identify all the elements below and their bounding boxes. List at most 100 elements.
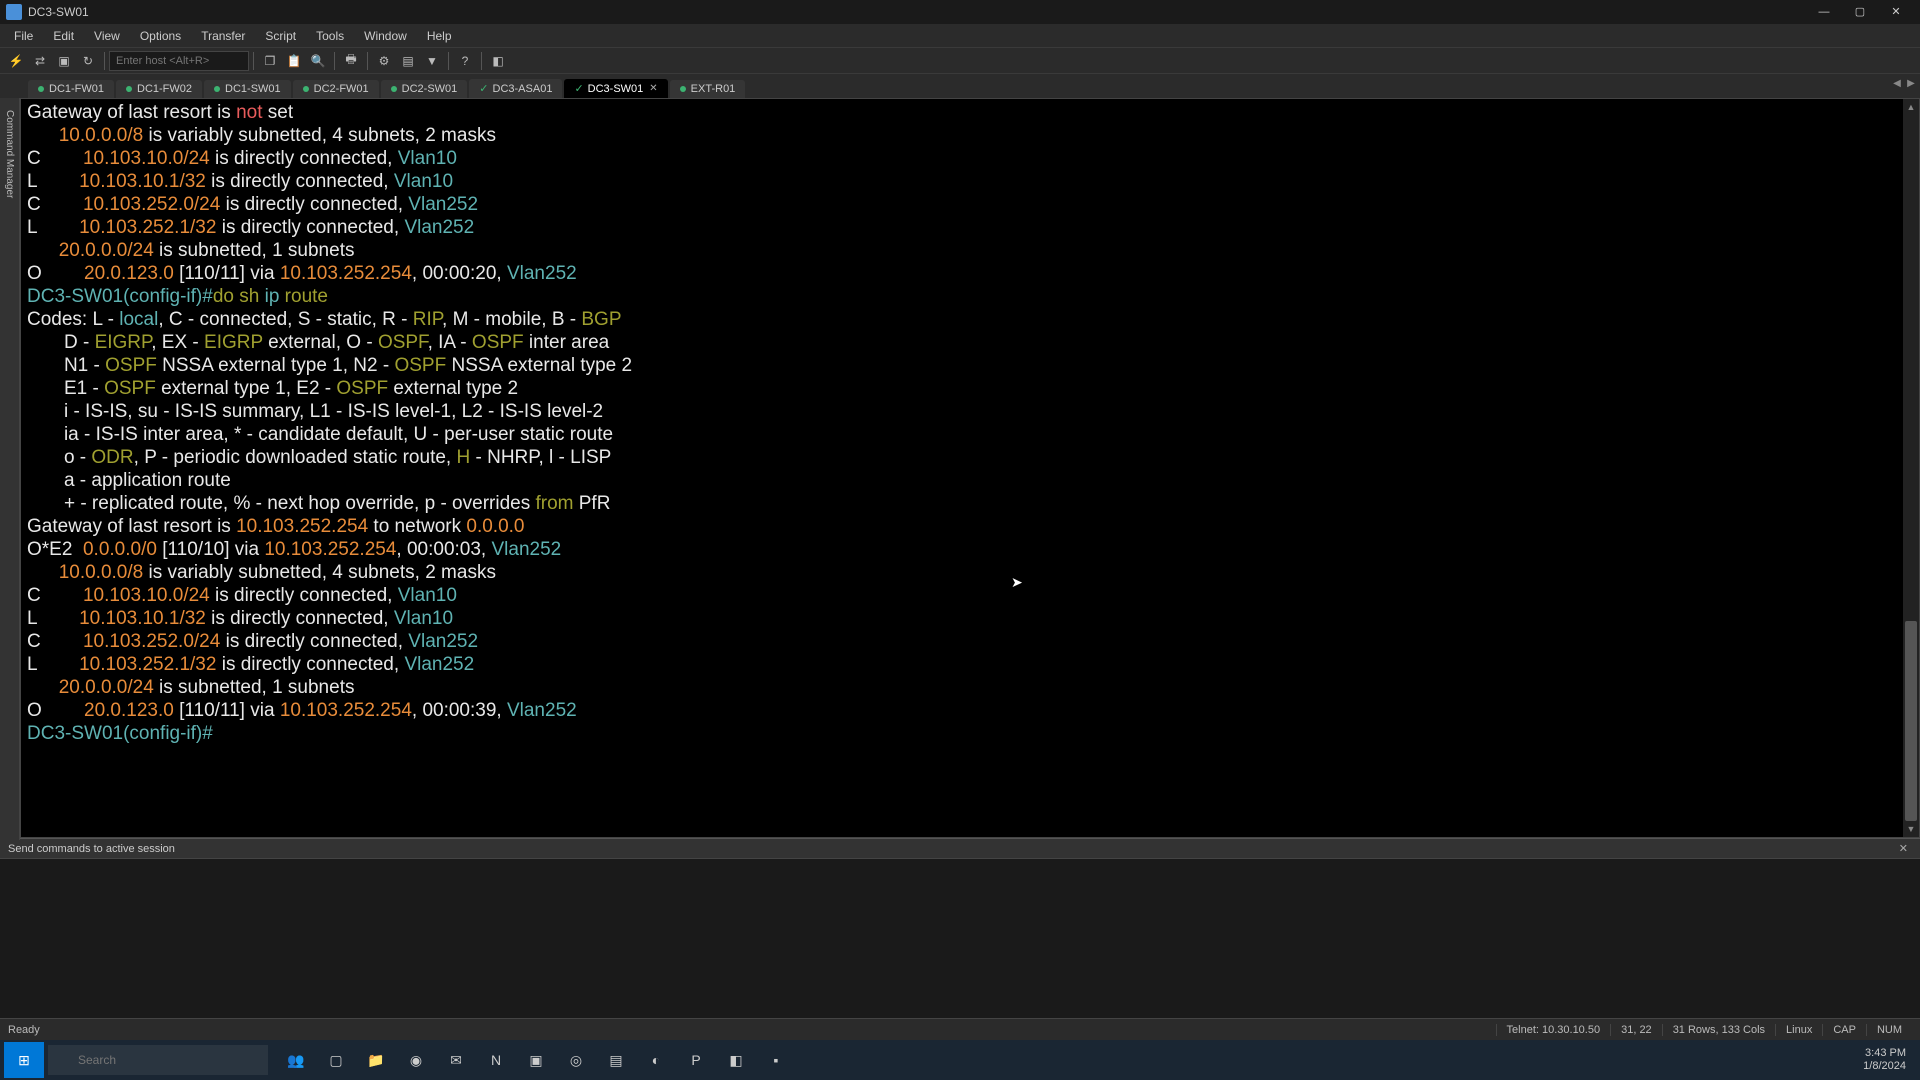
session-tab-dc1-sw01[interactable]: DC1-SW01	[204, 80, 291, 98]
toolbar-find-icon[interactable]: 🔍	[307, 50, 329, 72]
taskbar-app3-icon[interactable]: ◎	[558, 1042, 594, 1078]
terminal-line: C 10.103.252.0/24 is directly connected,…	[27, 630, 1913, 653]
session-tab-dc2-sw01[interactable]: DC2-SW01	[381, 80, 468, 98]
tab-close-icon[interactable]: ✕	[649, 83, 657, 94]
scrollbar-thumb[interactable]	[1905, 621, 1917, 821]
taskbar-powerpoint-icon[interactable]: P	[678, 1042, 714, 1078]
taskbar-outlook-icon[interactable]: ✉	[438, 1042, 474, 1078]
toolbar-paste-icon[interactable]: 📋	[283, 50, 305, 72]
terminal-line: Gateway of last resort is 10.103.252.254…	[27, 515, 1913, 538]
taskbar-explorer-icon[interactable]: 📁	[358, 1042, 394, 1078]
taskbar-teams-icon[interactable]: 👥	[278, 1042, 314, 1078]
tab-label: DC1-FW02	[137, 83, 192, 95]
session-tab-dc3-asa01[interactable]: ✓DC3-ASA01	[469, 79, 562, 98]
toolbar-filter-icon[interactable]: ▼	[421, 50, 443, 72]
tab-scroll-left-icon[interactable]: ◀	[1890, 78, 1904, 94]
terminal-line: L 10.103.10.1/32 is directly connected, …	[27, 607, 1913, 630]
host-input[interactable]	[109, 51, 249, 71]
terminal-line: N1 - OSPF NSSA external type 1, N2 - OSP…	[27, 354, 1913, 377]
toolbar-session-icon[interactable]: ▤	[397, 50, 419, 72]
taskbar-securecrt-icon[interactable]: ▪	[758, 1042, 794, 1078]
toolbar: ⚡ ⇄ ▣ ↻ ❐ 📋 🔍 🖶 ⚙ ▤ ▼ ? ◧	[0, 48, 1920, 74]
menu-edit[interactable]: Edit	[43, 26, 84, 46]
menu-options[interactable]: Options	[130, 26, 191, 46]
taskbar-app4-icon[interactable]: ▤	[598, 1042, 634, 1078]
terminal-line: i - IS-IS, su - IS-IS summary, L1 - IS-I…	[27, 400, 1913, 423]
connected-dot-icon	[680, 86, 686, 92]
command-panel-input[interactable]	[0, 858, 1920, 1018]
toolbar-help-icon[interactable]: ?	[454, 50, 476, 72]
toolbar-options-icon[interactable]: ⚙	[373, 50, 395, 72]
taskbar-search-input[interactable]	[48, 1045, 268, 1075]
menu-transfer[interactable]: Transfer	[191, 26, 255, 46]
terminal-line: Gateway of last resort is not set	[27, 101, 1913, 124]
taskbar-edge-icon[interactable]: ◐	[638, 1042, 674, 1078]
connected-dot-icon	[214, 86, 220, 92]
taskbar-pycharm-icon[interactable]: ◧	[718, 1042, 754, 1078]
terminal-line: O 20.0.123.0 [110/11] via 10.103.252.254…	[27, 699, 1913, 722]
status-connection: Telnet: 10.30.10.50	[1496, 1024, 1611, 1036]
taskbar-app-icon[interactable]: ▢	[318, 1042, 354, 1078]
maximize-button[interactable]: ▢	[1842, 1, 1878, 23]
terminal-output[interactable]: Gateway of last resort is not set 10.0.0…	[21, 99, 1919, 837]
terminal-line: DC3-SW01(config-if)#	[27, 722, 1913, 745]
terminal-line: D - EIGRP, EX - EIGRP external, O - OSPF…	[27, 331, 1913, 354]
scroll-up-icon[interactable]: ▲	[1903, 99, 1919, 115]
tab-scroll-right-icon[interactable]: ▶	[1904, 78, 1918, 94]
toolbar-quickconnect-icon[interactable]: ⇄	[29, 50, 51, 72]
session-tab-dc1-fw01[interactable]: DC1-FW01	[28, 80, 114, 98]
menu-window[interactable]: Window	[354, 26, 417, 46]
session-tab-dc1-fw02[interactable]: DC1-FW02	[116, 80, 202, 98]
command-panel-close-icon[interactable]: ✕	[1895, 842, 1912, 855]
toolbar-divider	[104, 52, 105, 70]
sidebar-command-manager[interactable]: Command Manager	[2, 104, 17, 830]
tab-label: DC2-FW01	[314, 83, 369, 95]
close-button[interactable]: ✕	[1878, 1, 1914, 23]
terminal-line: L 10.103.252.1/32 is directly connected,…	[27, 216, 1913, 239]
terminal-line: C 10.103.10.0/24 is directly connected, …	[27, 584, 1913, 607]
toolbar-disconnect-icon[interactable]: ▣	[53, 50, 75, 72]
terminal-line: O 20.0.123.0 [110/11] via 10.103.252.254…	[27, 262, 1913, 285]
taskbar-onenote-icon[interactable]: N	[478, 1042, 514, 1078]
taskbar-date: 1/8/2024	[1863, 1060, 1906, 1073]
toolbar-script-icon[interactable]: ◧	[487, 50, 509, 72]
tab-label: EXT-R01	[691, 83, 736, 95]
menu-script[interactable]: Script	[255, 26, 306, 46]
terminal-line: L 10.103.252.1/32 is directly connected,…	[27, 653, 1913, 676]
tabbar: DC1-FW01 DC1-FW02 DC1-SW01 DC2-FW01 DC2-SW01…	[0, 74, 1920, 98]
session-tab-ext-r01[interactable]: EXT-R01	[670, 80, 746, 98]
menu-view[interactable]: View	[84, 26, 130, 46]
connected-dot-icon	[38, 86, 44, 92]
terminal-line: C 10.103.10.0/24 is directly connected, …	[27, 147, 1913, 170]
toolbar-print-icon[interactable]: 🖶	[340, 50, 362, 72]
scroll-down-icon[interactable]: ▼	[1903, 821, 1919, 837]
connected-dot-icon	[391, 86, 397, 92]
taskbar-app2-icon[interactable]: ▣	[518, 1042, 554, 1078]
start-button[interactable]: ⊞	[4, 1042, 44, 1078]
menu-tools[interactable]: Tools	[306, 26, 354, 46]
terminal-line: Codes: L - local, C - connected, S - sta…	[27, 308, 1913, 331]
taskbar-chrome-icon[interactable]: ◉	[398, 1042, 434, 1078]
menu-help[interactable]: Help	[417, 26, 462, 46]
vertical-scrollbar[interactable]: ▲ ▼	[1903, 99, 1919, 837]
mouse-cursor-icon: ➤	[1011, 574, 1023, 591]
sidebar-active-sessions[interactable]: Active Sessions	[0, 104, 2, 830]
terminal-line: C 10.103.252.0/24 is directly connected,…	[27, 193, 1913, 216]
taskbar-clock[interactable]: 3:43 PM 1/8/2024	[1853, 1047, 1916, 1073]
menu-file[interactable]: File	[4, 26, 43, 46]
toolbar-reconnect-icon[interactable]: ↻	[77, 50, 99, 72]
toolbar-divider	[448, 52, 449, 70]
toolbar-connect-icon[interactable]: ⚡	[5, 50, 27, 72]
status-num: NUM	[1866, 1024, 1912, 1036]
terminal-line: 20.0.0.0/24 is subnetted, 1 subnets	[27, 676, 1913, 699]
session-tab-dc2-fw01[interactable]: DC2-FW01	[293, 80, 379, 98]
terminal-line: 10.0.0.0/8 is variably subnetted, 4 subn…	[27, 124, 1913, 147]
statusbar: Ready Telnet: 10.30.10.50 31, 22 31 Rows…	[0, 1018, 1920, 1040]
terminal-line: O*E2 0.0.0.0/0 [110/10] via 10.103.252.2…	[27, 538, 1913, 561]
command-panel-header: Send commands to active session ✕	[0, 838, 1920, 858]
minimize-button[interactable]: —	[1806, 1, 1842, 23]
toolbar-copy-icon[interactable]: ❐	[259, 50, 281, 72]
terminal-pane[interactable]: Gateway of last resort is not set 10.0.0…	[20, 98, 1920, 838]
session-tab-dc3-sw01[interactable]: ✓DC3-SW01✕	[564, 79, 667, 98]
connected-dot-icon	[126, 86, 132, 92]
